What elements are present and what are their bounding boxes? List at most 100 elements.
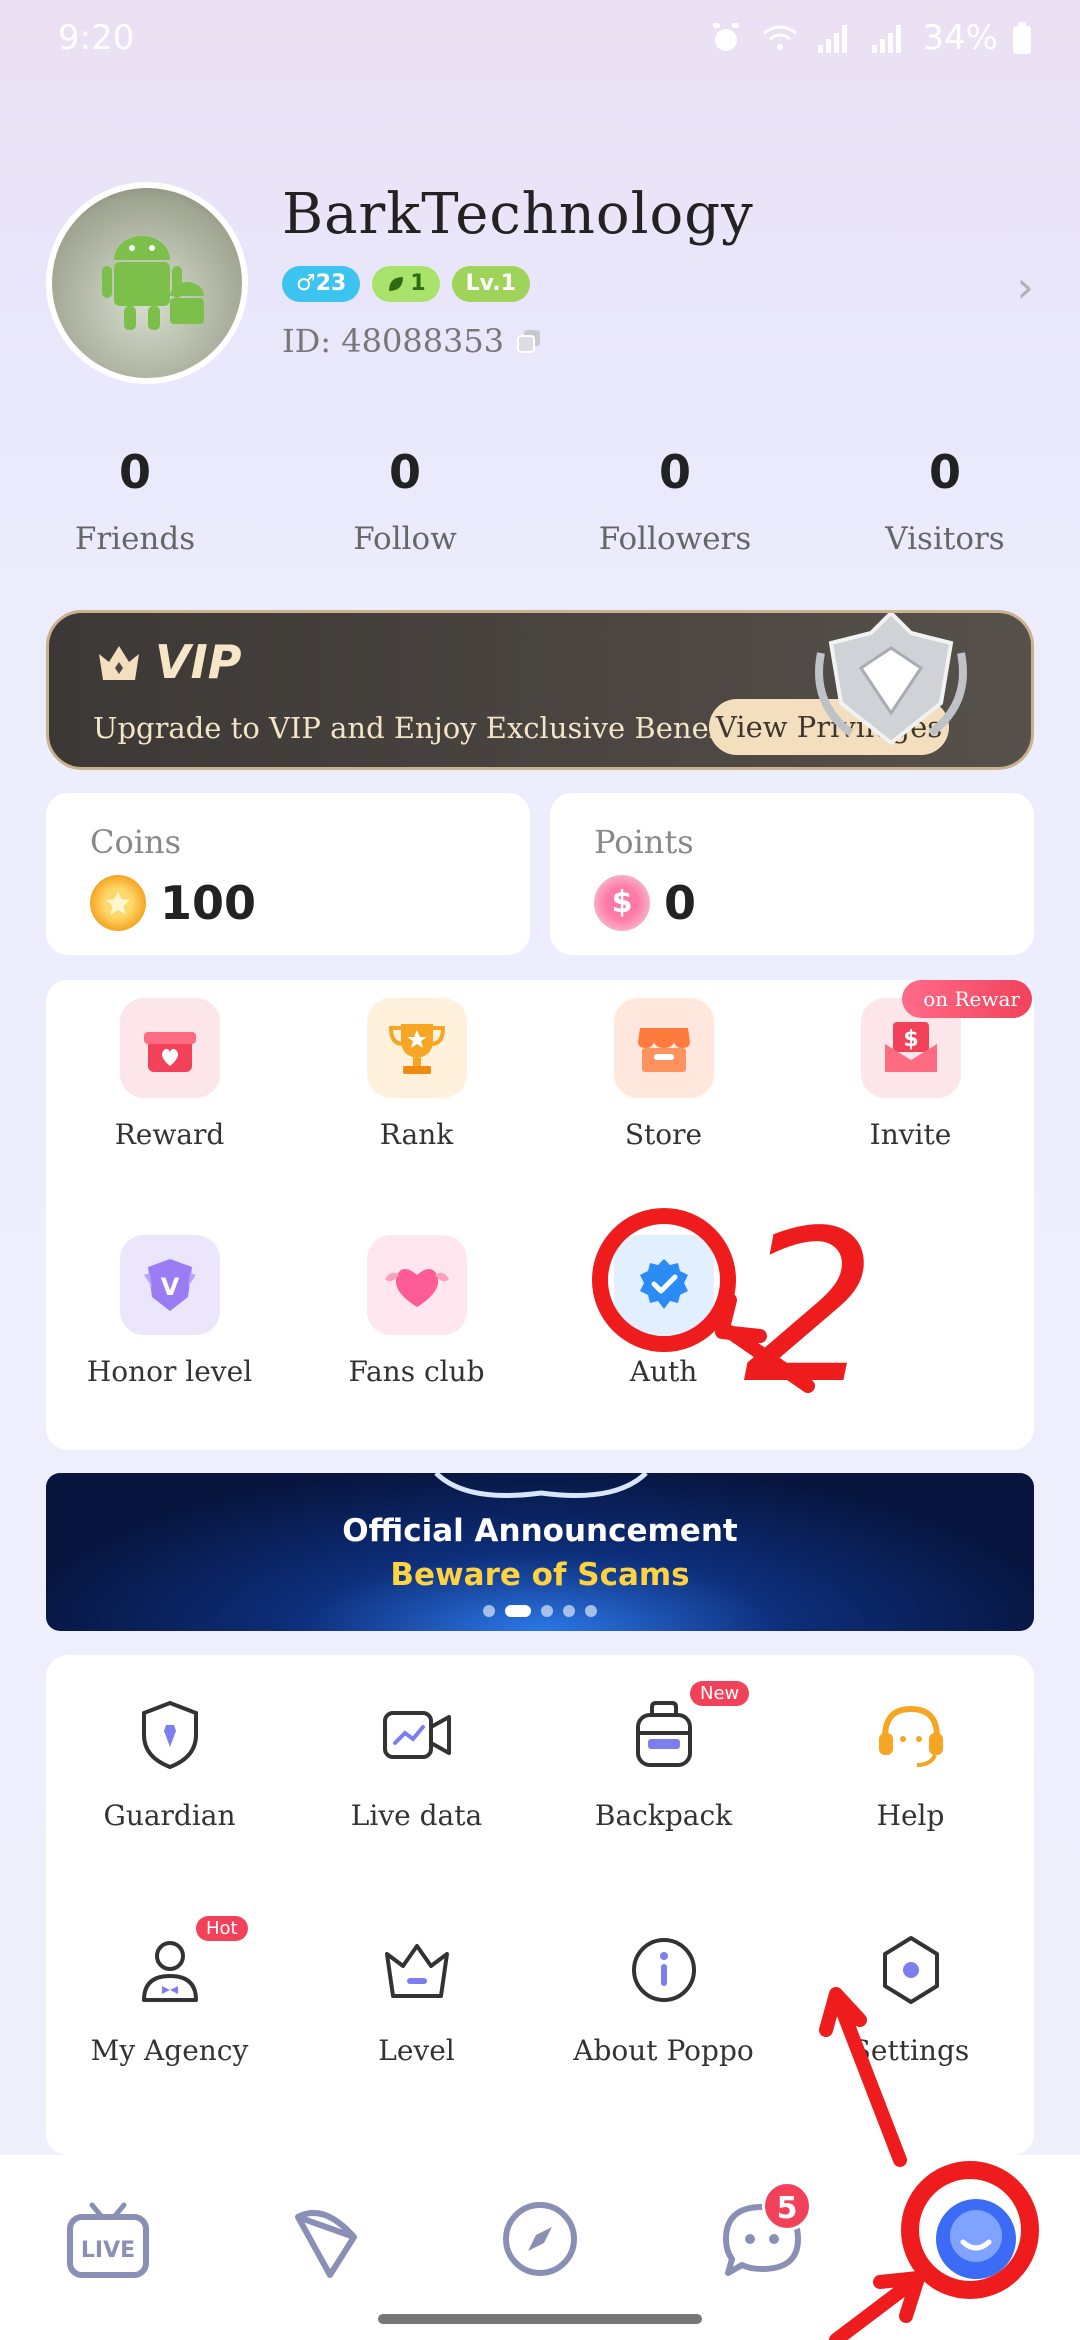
stat-label: Follow (353, 521, 457, 557)
vip-subtitle: Upgrade to VIP and Enjoy Exclusive Benef… (93, 711, 755, 745)
svg-text:V: V (160, 1273, 179, 1301)
nav-live[interactable]: LIVE (58, 2189, 158, 2289)
user-badges: ♂23 1 Lv.1 (282, 266, 530, 302)
nav-discover[interactable] (490, 2189, 590, 2289)
tool-live-data[interactable]: Live data (293, 1695, 540, 1832)
tool-label: Live data (350, 1799, 483, 1832)
android-figure-icon (102, 236, 204, 330)
settings-hex-icon (882, 1936, 939, 2004)
pagination-dot (483, 1605, 495, 1617)
battery-icon (1013, 22, 1031, 54)
leaf-icon (389, 277, 404, 291)
coins-balance: 100 (90, 875, 256, 931)
new-tag: New (690, 1681, 750, 1706)
party-cup-icon (295, 2210, 357, 2278)
nav-messages[interactable]: 5 (712, 2181, 812, 2289)
feature-auth[interactable]: Auth (540, 1235, 787, 1388)
nav-profile[interactable] (926, 2189, 1026, 2289)
feature-honor-level[interactable]: V Honor level (46, 1235, 293, 1388)
heart-wings-icon (366, 1235, 467, 1335)
vip-crown-icon (99, 646, 139, 680)
gender-age-badge: ♂23 (282, 266, 361, 302)
feature-rank[interactable]: Rank (293, 998, 540, 1151)
coins-label: Coins (90, 823, 182, 861)
status-time: 9:20 (58, 18, 135, 58)
agency-icon (141, 1941, 198, 2002)
home-indicator (378, 2314, 702, 2324)
feature-fans-club[interactable]: Fans club (293, 1235, 540, 1388)
bottom-nav: LIVE 5 (0, 2155, 1080, 2340)
tools-panel: Guardian Live data New Backpack Help Hot… (46, 1655, 1034, 2155)
avatar[interactable] (46, 182, 248, 384)
tool-help[interactable]: Help (787, 1695, 1034, 1832)
tool-guardian[interactable]: Guardian (46, 1695, 293, 1832)
stat-value: 0 (118, 445, 151, 499)
stat-label: Visitors (885, 521, 1005, 557)
points-card[interactable]: Points $ 0 (550, 793, 1034, 955)
tool-label: About Poppo (573, 2034, 754, 2067)
vip-title-text: VIP (155, 635, 242, 689)
leaf-badge-value: 1 (410, 271, 426, 296)
features-panel: Reward Rank Store $ Invite on Rewar V Ho… (46, 980, 1034, 1450)
feature-invite[interactable]: $ Invite (787, 998, 1034, 1151)
points-dollar-icon: $ (594, 875, 650, 931)
backpack-icon (635, 1701, 692, 1767)
feature-label: Store (624, 1118, 703, 1151)
tool-level[interactable]: Level (293, 1930, 540, 2067)
live-data-icon (382, 1711, 451, 1759)
coins-card[interactable]: Coins 100 (46, 793, 530, 955)
nav-party[interactable] (276, 2189, 376, 2289)
pagination-dot (541, 1605, 553, 1617)
tool-backpack[interactable]: New Backpack (540, 1681, 787, 1832)
vip-diamond-emblem-icon (815, 613, 967, 746)
tool-my-agency[interactable]: Hot My Agency (46, 1916, 293, 2067)
leaf-badge: 1 (372, 266, 440, 302)
feature-label: Invite (869, 1118, 952, 1151)
tool-about-poppo[interactable]: About Poppo (540, 1930, 787, 2067)
tool-label: Level (378, 2034, 455, 2067)
verified-badge-icon (613, 1235, 714, 1335)
stat-label: Followers (598, 521, 752, 557)
points-value: 0 (664, 876, 697, 930)
banner-pagination (483, 1605, 597, 1617)
pagination-dot (563, 1605, 575, 1617)
coin-icon (90, 875, 146, 931)
tool-label: Settings (851, 2034, 970, 2067)
alarm-icon (713, 23, 740, 51)
honor-shield-icon: V (119, 1235, 220, 1335)
crown-icon (384, 1944, 449, 1998)
messages-badge: 5 (762, 2181, 812, 2231)
info-icon (631, 1938, 696, 2002)
stat-label: Friends (74, 521, 196, 557)
pagination-dot-active (505, 1605, 531, 1617)
profile-chevron-icon[interactable]: › (1016, 262, 1034, 313)
tool-settings[interactable]: Settings (787, 1930, 1034, 2067)
stat-followers[interactable]: 0 Followers (540, 445, 810, 557)
stat-visitors[interactable]: 0 Visitors (810, 445, 1080, 557)
vip-card[interactable]: VIP Upgrade to VIP and Enjoy Exclusive B… (46, 610, 1034, 770)
feature-store[interactable]: Store (540, 998, 787, 1151)
profile-face-icon (936, 2199, 1016, 2279)
stat-friends[interactable]: 0 Friends (0, 445, 270, 557)
feature-reward[interactable]: Reward (46, 998, 293, 1151)
stat-value: 0 (388, 445, 421, 499)
signal-icon (818, 25, 848, 53)
points-balance: $ 0 (594, 875, 696, 931)
points-label: Points (594, 823, 694, 861)
battery-percent: 34% (922, 18, 998, 58)
status-icons: 34% (706, 18, 1032, 58)
live-tv-icon: LIVE (67, 2202, 149, 2278)
stat-follow[interactable]: 0 Follow (270, 445, 540, 557)
announcement-banner[interactable]: Official Announcement Beware of Scams (46, 1473, 1034, 1631)
feature-label: Honor level (86, 1355, 253, 1388)
svg-text:$: $ (903, 1027, 918, 1052)
feature-label: Auth (629, 1355, 698, 1388)
feature-label: Rank (379, 1118, 454, 1151)
guardian-shield-icon (141, 1700, 198, 1770)
stats-row: 0 Friends 0 Follow 0 Followers 0 Visitor… (0, 445, 1080, 557)
username: BarkTechnology (282, 182, 754, 247)
signal-icon-2 (872, 25, 902, 53)
user-id: ID: 48088353 (282, 322, 542, 360)
copy-icon[interactable] (516, 328, 542, 354)
banner-crest-icon (434, 1473, 648, 1498)
